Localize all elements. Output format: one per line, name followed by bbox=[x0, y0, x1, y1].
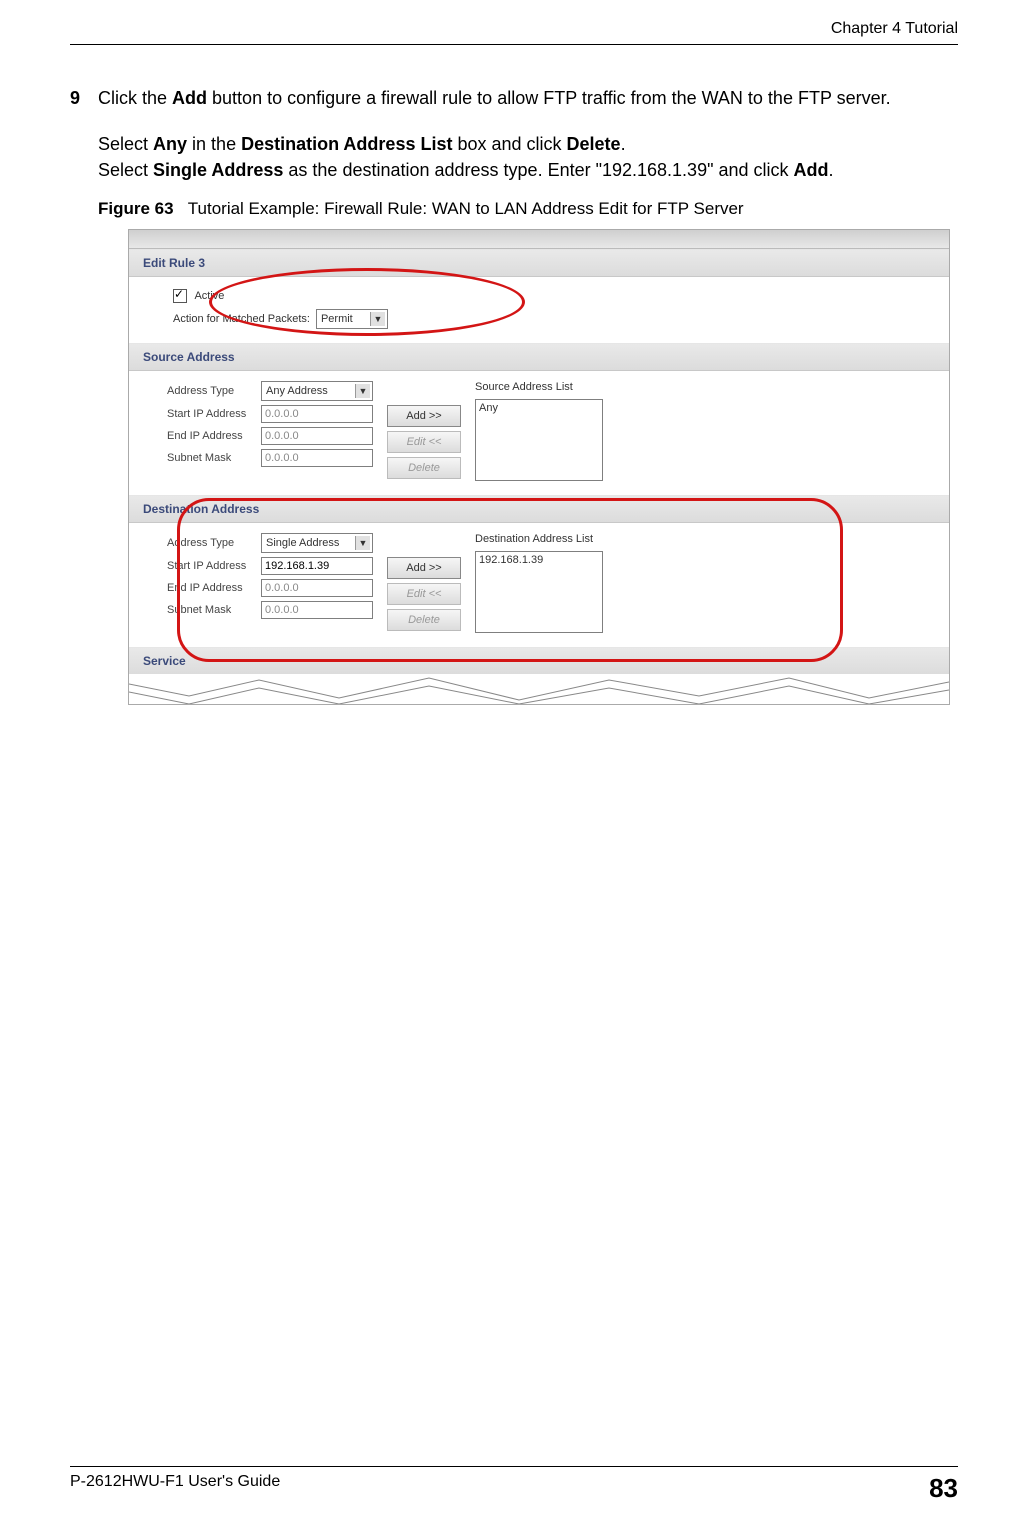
src-end-ip-input[interactable]: 0.0.0.0 bbox=[261, 427, 373, 445]
service-header: Service bbox=[129, 647, 949, 674]
chevron-down-icon: ▼ bbox=[355, 384, 370, 398]
t: Click the bbox=[98, 88, 172, 108]
list-item[interactable]: 192.168.1.39 bbox=[479, 554, 599, 566]
t-bold: Delete bbox=[567, 134, 621, 154]
figure-title: Tutorial Example: Firewall Rule: WAN to … bbox=[188, 199, 744, 218]
dest-delete-button[interactable]: Delete bbox=[387, 609, 461, 631]
action-row: Action for Matched Packets: Permit ▼ bbox=[173, 309, 925, 329]
t-bold-add: Add bbox=[172, 88, 207, 108]
t: box and click bbox=[452, 134, 566, 154]
src-list: Source Address List Any bbox=[475, 381, 603, 481]
t: as the destination address type. Enter "… bbox=[283, 160, 793, 180]
source-address-body: Address Type Any Address ▼ Start IP Addr… bbox=[129, 371, 949, 495]
dest-address-header: Destination Address bbox=[129, 495, 949, 523]
footer: P-2612HWU-F1 User's Guide 83 bbox=[70, 1466, 958, 1504]
figure-caption: Figure 63 Tutorial Example: Firewall Rul… bbox=[98, 199, 958, 219]
figure-label: Figure 63 bbox=[98, 199, 174, 218]
dest-add-button[interactable]: Add >> bbox=[387, 557, 461, 579]
source-address-header: Source Address bbox=[129, 343, 949, 371]
src-addr-type-value: Any Address bbox=[266, 385, 328, 397]
t: Select bbox=[98, 134, 153, 154]
action-select[interactable]: Permit ▼ bbox=[316, 309, 388, 329]
label-addr-type: Address Type bbox=[167, 537, 255, 549]
dest-start-ip-input[interactable]: 192.168.1.39 bbox=[261, 557, 373, 575]
edit-rule-header: Edit Rule 3 bbox=[129, 249, 949, 277]
list-item[interactable]: Any bbox=[479, 402, 599, 414]
src-addr-type-select[interactable]: Any Address ▼ bbox=[261, 381, 373, 401]
src-edit-button[interactable]: Edit << bbox=[387, 431, 461, 453]
instruction-para: Select Any in the Destination Address Li… bbox=[98, 131, 958, 183]
edit-rule-body: Active Action for Matched Packets: Permi… bbox=[129, 277, 949, 343]
header-rule bbox=[70, 44, 958, 45]
dest-list-box[interactable]: 192.168.1.39 bbox=[475, 551, 603, 633]
t: in the bbox=[187, 134, 241, 154]
active-checkbox[interactable] bbox=[173, 289, 187, 303]
chevron-down-icon: ▼ bbox=[355, 536, 370, 550]
action-label: Action for Matched Packets: bbox=[173, 313, 310, 325]
chapter-header: Chapter 4 Tutorial bbox=[70, 20, 958, 38]
action-value: Permit bbox=[321, 313, 353, 325]
t-bold: Destination Address List bbox=[241, 134, 452, 154]
chevron-down-icon: ▼ bbox=[370, 312, 385, 326]
window-toolbar bbox=[129, 230, 949, 249]
active-label: Active bbox=[194, 290, 224, 302]
label-start-ip: Start IP Address bbox=[167, 560, 255, 572]
screenshot: Edit Rule 3 Active Action for Matched Pa… bbox=[128, 229, 950, 705]
label-end-ip: End IP Address bbox=[167, 430, 255, 442]
dest-list: Destination Address List 192.168.1.39 bbox=[475, 533, 603, 633]
t-bold: Add bbox=[794, 160, 829, 180]
dest-address-body: Address Type Single Address ▼ Start IP A… bbox=[129, 523, 949, 647]
t: button to configure a firewall rule to a… bbox=[207, 88, 891, 108]
dest-end-ip-input[interactable]: 0.0.0.0 bbox=[261, 579, 373, 597]
label-subnet: Subnet Mask bbox=[167, 452, 255, 464]
label-subnet: Subnet Mask bbox=[167, 604, 255, 616]
t-bold: Any bbox=[153, 134, 187, 154]
step-number: 9 bbox=[70, 85, 98, 111]
dest-buttons: Add >> Edit << Delete bbox=[387, 557, 461, 631]
source-form: Address Type Any Address ▼ Start IP Addr… bbox=[167, 381, 373, 467]
src-subnet-input[interactable]: 0.0.0.0 bbox=[261, 449, 373, 467]
active-row: Active bbox=[173, 289, 925, 303]
dest-form: Address Type Single Address ▼ Start IP A… bbox=[167, 533, 373, 619]
t: . bbox=[829, 160, 834, 180]
dest-addr-type-select[interactable]: Single Address ▼ bbox=[261, 533, 373, 553]
src-list-title: Source Address List bbox=[475, 381, 603, 393]
src-add-button[interactable]: Add >> bbox=[387, 405, 461, 427]
footer-rule bbox=[70, 1466, 958, 1467]
src-delete-button[interactable]: Delete bbox=[387, 457, 461, 479]
label-end-ip: End IP Address bbox=[167, 582, 255, 594]
t: . bbox=[621, 134, 626, 154]
footer-guide: P-2612HWU-F1 User's Guide bbox=[70, 1473, 280, 1504]
dest-addr-type-value: Single Address bbox=[266, 537, 339, 549]
step-9: 9 Click the Add button to configure a fi… bbox=[70, 85, 958, 111]
dest-list-title: Destination Address List bbox=[475, 533, 603, 545]
t-bold: Single Address bbox=[153, 160, 283, 180]
dest-edit-button[interactable]: Edit << bbox=[387, 583, 461, 605]
page-number: 83 bbox=[929, 1473, 958, 1504]
src-start-ip-input[interactable]: 0.0.0.0 bbox=[261, 405, 373, 423]
label-start-ip: Start IP Address bbox=[167, 408, 255, 420]
label-addr-type: Address Type bbox=[167, 385, 255, 397]
step-text: Click the Add button to configure a fire… bbox=[98, 85, 958, 111]
src-list-box[interactable]: Any bbox=[475, 399, 603, 481]
src-buttons: Add >> Edit << Delete bbox=[387, 405, 461, 479]
torn-edge bbox=[129, 674, 949, 704]
t: Select bbox=[98, 160, 153, 180]
dest-subnet-input[interactable]: 0.0.0.0 bbox=[261, 601, 373, 619]
